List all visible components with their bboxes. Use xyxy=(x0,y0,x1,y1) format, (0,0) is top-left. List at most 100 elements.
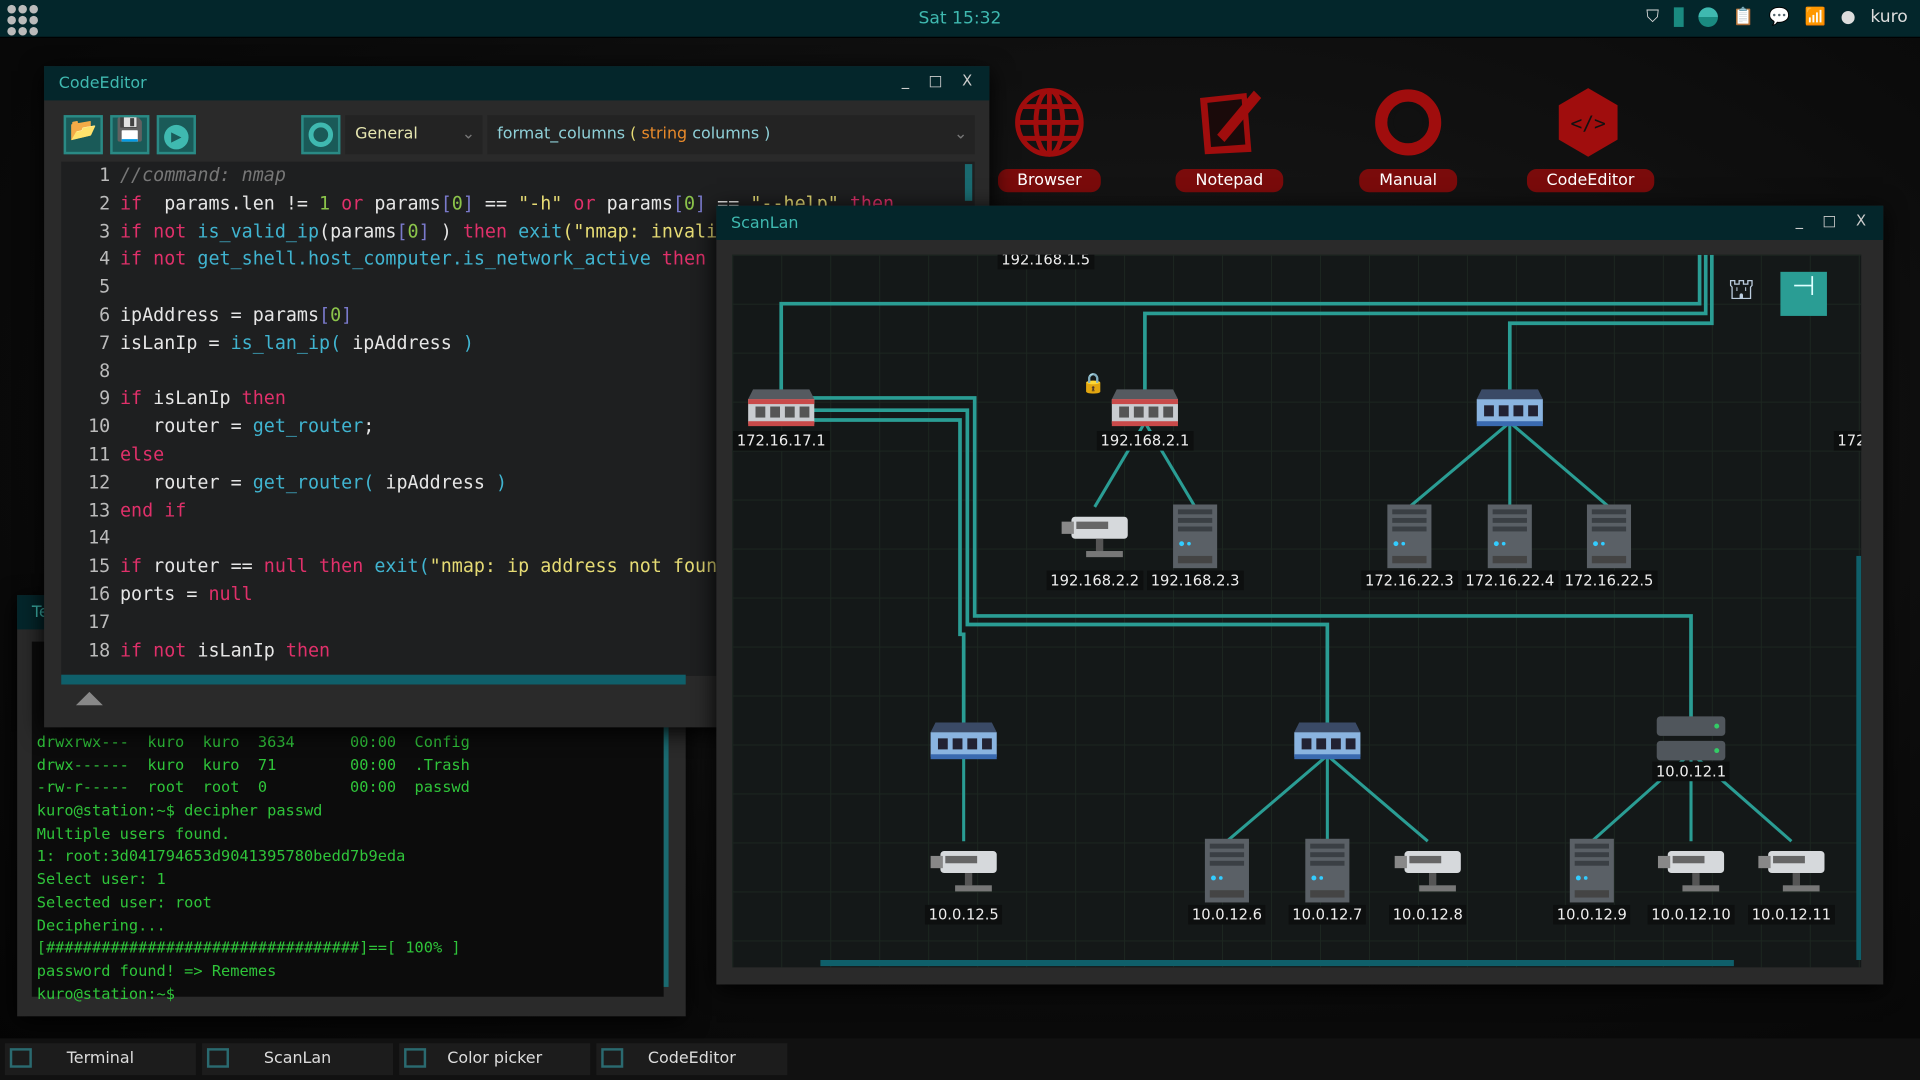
network-link xyxy=(1508,421,1610,509)
function-param-type: string xyxy=(641,124,688,144)
router-node[interactable] xyxy=(1109,387,1180,434)
computer-node[interactable] xyxy=(1567,836,1616,909)
router-node[interactable] xyxy=(746,387,817,434)
camera-icon xyxy=(1656,851,1727,902)
network-map[interactable]: 192.168.1.5 172 ⛫ ⊣ 172.16.17.1 192.168.2… xyxy=(732,254,1862,968)
code-scrollbar-horizontal[interactable] xyxy=(61,674,686,685)
desktop-icon-label: CodeEditor xyxy=(1526,168,1654,193)
node-label: 192.168.2.2 xyxy=(1046,570,1143,591)
node-label: 10.0.12.10 xyxy=(1647,904,1735,925)
taskbar-item-codeeditor[interactable]: CodeEditor xyxy=(596,1043,788,1076)
line-number: 5 xyxy=(99,275,111,298)
camera-node[interactable] xyxy=(1656,844,1727,903)
app-icon xyxy=(601,1048,624,1068)
desktop-icon-notepad[interactable]: Notepad xyxy=(1168,86,1290,193)
window-title: CodeEditor _ □ X xyxy=(44,66,990,101)
line-number: 8 xyxy=(99,359,111,382)
minimize-button[interactable]: _ xyxy=(1796,212,1803,229)
network-scrollbar-horizontal[interactable] xyxy=(820,960,1734,967)
user-icon[interactable]: ● xyxy=(1841,7,1856,27)
taskbar-item-color-picker[interactable]: Color picker xyxy=(399,1043,591,1076)
computer-node[interactable] xyxy=(1385,502,1434,575)
globe-icon[interactable] xyxy=(1698,7,1718,27)
desktop-icon-label: Notepad xyxy=(1175,168,1283,193)
network-link xyxy=(1408,421,1511,509)
switch-icon xyxy=(928,722,999,766)
function-param: columns ) xyxy=(687,124,771,144)
computer-node[interactable] xyxy=(1171,502,1220,575)
computer-node[interactable] xyxy=(1485,502,1534,575)
taskbar-item-scanlan[interactable]: ScanLan xyxy=(202,1043,394,1076)
node-label: 10.0.12.8 xyxy=(1389,904,1467,925)
close-button[interactable]: X xyxy=(962,72,972,89)
code-line: router = get_router( ipAddress ) xyxy=(120,471,508,494)
node-label: 192.168.2.1 xyxy=(1096,431,1193,451)
node-label: 172.16.22.4 xyxy=(1461,570,1558,591)
terminal-line: Multiple users found. xyxy=(36,823,231,843)
terminal-line: 1: root:3d041794653d9041395780bedd7b9eda xyxy=(36,846,406,866)
function-select[interactable]: format_columns ( string columns ) ⌄ xyxy=(487,115,975,155)
terminal-line: Selected user: root xyxy=(36,892,212,911)
network-view-button[interactable]: ⛫ xyxy=(1719,272,1763,316)
switch-icon xyxy=(1474,389,1545,433)
chat-icon[interactable]: 💬 xyxy=(1769,7,1790,27)
code-line: if not get_shell.host_computer.is_networ… xyxy=(120,247,707,270)
terminal-scrollbar[interactable] xyxy=(663,717,669,987)
desktop-icon-manual[interactable]: Manual xyxy=(1347,86,1469,193)
line-number: 6 xyxy=(99,303,111,326)
shield-icon[interactable]: ⛉ xyxy=(1646,7,1659,27)
desktop-icon-browser[interactable]: Browser xyxy=(988,86,1110,193)
network-link xyxy=(1225,754,1329,843)
terminal-line: [##################################]==[ … xyxy=(36,938,461,957)
camera-node[interactable] xyxy=(1392,844,1463,903)
terminal-line: Deciphering... xyxy=(36,915,166,934)
category-select[interactable]: General ⌄ xyxy=(345,115,483,155)
clipboard-icon[interactable]: 📋 xyxy=(1733,7,1754,27)
switch-node[interactable] xyxy=(928,720,999,767)
close-button[interactable]: X xyxy=(1856,212,1866,229)
open-folder-button[interactable]: 📂 xyxy=(63,115,103,155)
line-number: 7 xyxy=(99,331,111,354)
node-label: 172.16.22.5 xyxy=(1560,570,1658,591)
node-label: 10.0.12.5 xyxy=(924,904,1003,925)
maximize-button[interactable]: □ xyxy=(929,72,943,89)
taskbar-label: Terminal xyxy=(66,1049,135,1068)
network-link xyxy=(808,396,1693,721)
maximize-button[interactable]: □ xyxy=(1823,212,1837,229)
code-scrollbar-vertical[interactable] xyxy=(964,164,973,201)
system-tray: ⛉ 📋 💬 📶 ● kuro xyxy=(1646,7,1908,27)
taskbar-item-terminal[interactable]: Terminal xyxy=(4,1043,196,1076)
layout-toggle-button[interactable]: ⊣ xyxy=(1780,271,1827,316)
wifi-icon[interactable]: 📶 xyxy=(1805,7,1826,27)
camera-node[interactable] xyxy=(1756,844,1827,903)
computer-node[interactable] xyxy=(1202,836,1251,909)
network-link xyxy=(1143,254,1708,397)
taskbar: Terminal ScanLan Color picker CodeEditor xyxy=(0,1038,1920,1080)
camera-node[interactable] xyxy=(928,844,999,903)
switch-node[interactable] xyxy=(1474,387,1545,434)
node-label: 172.16.22.3 xyxy=(1361,570,1458,591)
desktop-icon-label: Browser xyxy=(997,168,1102,193)
code-line: if isLanIp then xyxy=(120,387,286,410)
lock-icon: 🔒 xyxy=(1081,371,1106,395)
save-button[interactable]: 💾 xyxy=(110,115,150,155)
minimize-button[interactable]: _ xyxy=(902,72,909,89)
computer-node[interactable] xyxy=(1303,836,1352,909)
line-number: 2 xyxy=(99,191,111,215)
code-line: if not isLanIp then xyxy=(120,638,331,661)
camera-icon xyxy=(1059,516,1130,568)
node-label: 10.0.12.6 xyxy=(1188,904,1266,925)
battery-icon[interactable] xyxy=(1673,7,1684,27)
switch-node[interactable] xyxy=(1292,720,1363,767)
camera-icon xyxy=(928,851,999,902)
computer-node[interactable] xyxy=(1584,502,1633,575)
node-label: 192.168.2.3 xyxy=(1147,570,1244,591)
run-button[interactable]: ▶ xyxy=(156,115,196,155)
desktop-icon-codeeditor[interactable]: </> CodeEditor xyxy=(1526,86,1654,193)
network-scrollbar-vertical[interactable] xyxy=(1856,555,1862,961)
line-number: 11 xyxy=(88,443,111,466)
rack-node[interactable] xyxy=(1656,714,1727,768)
help-icon[interactable] xyxy=(301,115,341,155)
collapse-panel-icon[interactable] xyxy=(75,691,103,706)
camera-node[interactable] xyxy=(1059,509,1130,568)
